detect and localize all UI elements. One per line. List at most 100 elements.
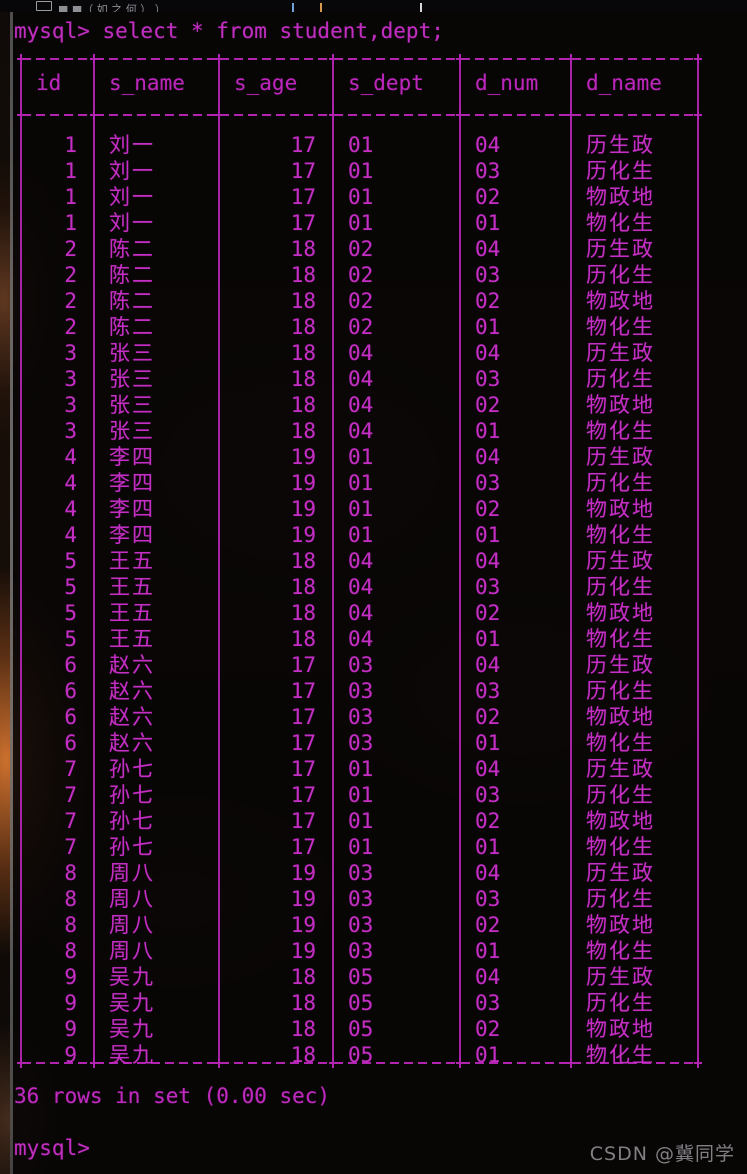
table-cell-s_dept: 04 bbox=[348, 341, 374, 365]
table-cell-s_age: 18 bbox=[290, 419, 316, 443]
table-cell-d_name: 物政地 bbox=[586, 705, 655, 729]
table-cell-s_name: 张三 bbox=[109, 367, 155, 391]
table-column-border bbox=[697, 110, 699, 1058]
table-separator-rule bbox=[13, 110, 747, 120]
table-cell-d_num: 02 bbox=[475, 185, 501, 209]
table-cell-s_name: 周八 bbox=[109, 861, 155, 885]
table-cell-s_age: 18 bbox=[290, 237, 316, 261]
table-cell-s_age: 19 bbox=[290, 523, 316, 547]
table-cell-s_age: 17 bbox=[290, 809, 316, 833]
separator-dashes bbox=[461, 58, 570, 60]
table-cell-id: 8 bbox=[64, 887, 77, 911]
table-cell-d_name: 物政地 bbox=[586, 809, 655, 833]
table-cell-s_dept: 03 bbox=[348, 705, 374, 729]
table-cell-s_dept: 01 bbox=[348, 783, 374, 807]
window-titlebar-fragment[interactable]: ■ ■（ 如 之 何 ） ） bbox=[0, 0, 747, 12]
table-cell-d_name: 物政地 bbox=[586, 913, 655, 937]
table-cell-s_name: 吴九 bbox=[109, 1017, 155, 1041]
table-cell-id: 5 bbox=[64, 549, 77, 573]
table-cell-d_name: 历化生 bbox=[586, 367, 655, 391]
table-column-border bbox=[697, 54, 699, 110]
table-cell-s_age: 17 bbox=[290, 211, 316, 235]
table-cell-s_age: 17 bbox=[290, 185, 316, 209]
table-cell-s_age: 18 bbox=[290, 575, 316, 599]
table-cell-s_dept: 04 bbox=[348, 627, 374, 651]
table-cell-s_age: 17 bbox=[290, 835, 316, 859]
table-cell-d_name: 历生政 bbox=[586, 445, 655, 469]
table-cell-s_age: 18 bbox=[290, 627, 316, 651]
table-header-d_num: d_num bbox=[475, 71, 539, 95]
table-cell-s_age: 18 bbox=[290, 289, 316, 313]
table-cell-s_age: 18 bbox=[290, 549, 316, 573]
table-cell-s_dept: 05 bbox=[348, 991, 374, 1015]
table-cell-s_age: 18 bbox=[290, 1043, 316, 1067]
table-cell-d_num: 04 bbox=[475, 445, 501, 469]
table-cell-d_name: 历生政 bbox=[586, 653, 655, 677]
status-line: 36 rows in set (0.00 sec) bbox=[14, 1084, 331, 1108]
table-cell-s_name: 吴九 bbox=[109, 1043, 155, 1067]
table-header-d_name: d_name bbox=[586, 71, 662, 95]
separator-dashes bbox=[461, 114, 570, 116]
table-cell-d_name: 历化生 bbox=[586, 263, 655, 287]
table-cell-d_num: 04 bbox=[475, 653, 501, 677]
table-cell-s_dept: 02 bbox=[348, 289, 374, 313]
table-cell-d_name: 物化生 bbox=[586, 419, 655, 443]
table-cell-s_age: 18 bbox=[290, 991, 316, 1015]
titlebar-caret-1 bbox=[292, 3, 294, 12]
table-cell-s_age: 17 bbox=[290, 133, 316, 157]
table-cell-d_num: 04 bbox=[475, 237, 501, 261]
table-cell-s_name: 孙七 bbox=[109, 783, 155, 807]
table-cell-d_num: 02 bbox=[475, 497, 501, 521]
table-cell-d_num: 04 bbox=[475, 341, 501, 365]
table-cell-d_name: 历化生 bbox=[586, 575, 655, 599]
table-cell-s_name: 周八 bbox=[109, 939, 155, 963]
table-cell-s_age: 17 bbox=[290, 679, 316, 703]
separator-dashes bbox=[95, 114, 218, 116]
table-cell-s_dept: 05 bbox=[348, 1017, 374, 1041]
table-cell-d_name: 历化生 bbox=[586, 991, 655, 1015]
table-cell-s_age: 17 bbox=[290, 783, 316, 807]
table-cell-s_age: 19 bbox=[290, 861, 316, 885]
table-cell-s_name: 孙七 bbox=[109, 835, 155, 859]
table-cell-d_num: 02 bbox=[475, 289, 501, 313]
table-cell-id: 2 bbox=[64, 289, 77, 313]
table-separator-rule bbox=[13, 54, 747, 64]
table-cell-s_dept: 01 bbox=[348, 133, 374, 157]
titlebar-caret-3 bbox=[420, 3, 422, 12]
table-cell-d_name: 物政地 bbox=[586, 601, 655, 625]
table-cell-id: 7 bbox=[64, 809, 77, 833]
shell-prompt[interactable]: mysql> bbox=[14, 1135, 90, 1161]
table-cell-d_num: 03 bbox=[475, 471, 501, 495]
table-cell-s_name: 李四 bbox=[109, 445, 155, 469]
table-cell-s_name: 周八 bbox=[109, 887, 155, 911]
table-cell-d_name: 历化生 bbox=[586, 679, 655, 703]
table-cell-id: 6 bbox=[64, 679, 77, 703]
table-cell-d_num: 03 bbox=[475, 679, 501, 703]
table-cell-id: 1 bbox=[64, 159, 77, 183]
table-cell-s_age: 19 bbox=[290, 471, 316, 495]
table-cell-id: 3 bbox=[64, 367, 77, 391]
table-cell-s_name: 王五 bbox=[109, 549, 155, 573]
table-cell-id: 6 bbox=[64, 705, 77, 729]
table-cell-s_age: 19 bbox=[290, 887, 316, 911]
table-cell-s_dept: 04 bbox=[348, 367, 374, 391]
table-cell-s_dept: 02 bbox=[348, 315, 374, 339]
table-cell-d_num: 04 bbox=[475, 549, 501, 573]
separator-dashes bbox=[22, 58, 93, 60]
table-cell-d_name: 物政地 bbox=[586, 185, 655, 209]
table-cell-s_name: 孙七 bbox=[109, 809, 155, 833]
table-header-s_age: s_age bbox=[234, 71, 298, 95]
table-cell-s_name: 陈二 bbox=[109, 315, 155, 339]
titlebar-caret-2 bbox=[320, 3, 322, 12]
table-cell-d_num: 01 bbox=[475, 1043, 501, 1067]
table-cell-id: 1 bbox=[64, 185, 77, 209]
table-cell-id: 6 bbox=[64, 653, 77, 677]
table-cell-d_num: 01 bbox=[475, 211, 501, 235]
table-cell-s_name: 孙七 bbox=[109, 757, 155, 781]
table-cell-s_dept: 01 bbox=[348, 757, 374, 781]
table-cell-id: 2 bbox=[64, 263, 77, 287]
table-cell-s_name: 赵六 bbox=[109, 731, 155, 755]
terminal-window[interactable]: mysql> select * from student,dept; id s_n… bbox=[13, 12, 747, 1174]
table-cell-s_age: 19 bbox=[290, 445, 316, 469]
table-cell-id: 2 bbox=[64, 237, 77, 261]
